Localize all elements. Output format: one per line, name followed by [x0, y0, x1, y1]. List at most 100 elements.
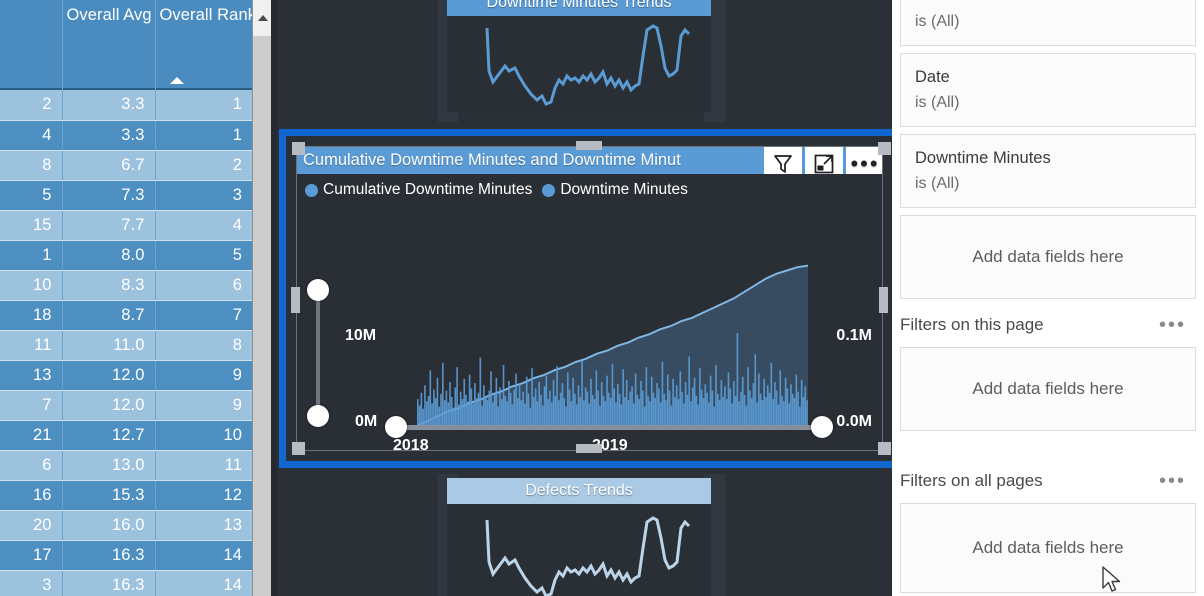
- table-row[interactable]: 18 8.7 7: [0, 300, 252, 331]
- visual-cumulative-downtime[interactable]: Cumulative Downtime Minutes and Downtime…: [296, 146, 883, 454]
- filter-card-partial[interactable]: is (All): [900, 0, 1196, 46]
- filter-card-date[interactable]: Date is (All): [900, 53, 1196, 127]
- cell-col0: 17: [0, 540, 62, 571]
- resize-handle-ne[interactable]: [878, 142, 891, 155]
- chart-series-canvas: [417, 264, 808, 429]
- visual-downtime-minutes-trends[interactable]: Downtime Minutes Trends: [447, 0, 711, 112]
- table-row[interactable]: 4 3.3 1: [0, 120, 252, 151]
- table-row[interactable]: 2 3.3 1: [0, 90, 252, 121]
- table-row[interactable]: 3 16.3 14: [0, 570, 252, 596]
- cell-rank: 11: [154, 450, 252, 481]
- filter-dropzone-all-pages[interactable]: Add data fields here: [900, 503, 1196, 593]
- chart-plot-area[interactable]: 10M 0M 0.1M 0.0M 2018 2019: [297, 199, 882, 454]
- chart-legend: Cumulative Downtime Minutes Downtime Min…: [297, 174, 882, 199]
- visual-title-defects-trends: Defects Trends: [447, 478, 711, 504]
- table-row[interactable]: 17 16.3 14: [0, 540, 252, 571]
- slider-handle-top[interactable]: [307, 279, 329, 301]
- cell-rank: 1: [154, 90, 252, 121]
- column-header-overall-avg-rank[interactable]: Overall Avg Rank: [61, 0, 195, 90]
- filter-card-name: Downtime Minutes: [915, 149, 1051, 167]
- cell-avg-rank: 13.0: [61, 450, 155, 481]
- table-row[interactable]: 13 12.0 9: [0, 360, 252, 391]
- legend-item-downtime[interactable]: Downtime Minutes: [542, 181, 688, 199]
- column-header-overall-rank[interactable]: Overall Rank: [154, 0, 252, 90]
- y-right-tick-top: 0.1M: [836, 327, 872, 344]
- focus-mode-button[interactable]: [805, 147, 843, 174]
- scrollbar-thumb[interactable]: [253, 36, 272, 596]
- sort-ascending-icon[interactable]: [169, 77, 184, 84]
- table-row[interactable]: 7 12.0 9: [0, 390, 252, 421]
- cell-avg-rank: 3.3: [61, 120, 155, 151]
- visual-defects-trends[interactable]: Defects Trends: [447, 478, 711, 596]
- y-left-tick-bottom: 0M: [355, 413, 378, 430]
- cell-avg-rank: 16.3: [61, 570, 155, 596]
- table-row[interactable]: 15 7.7 4: [0, 210, 252, 241]
- visual-action-bar: •••: [764, 147, 882, 174]
- filter-button[interactable]: [764, 147, 802, 174]
- slider-handle-bottom[interactable]: [307, 405, 329, 427]
- more-options-button[interactable]: •••: [846, 147, 882, 174]
- slider-handle-left[interactable]: [385, 416, 407, 438]
- cell-avg-rank: 6.7: [61, 150, 155, 181]
- table-row[interactable]: 5 7.3 3: [0, 180, 252, 211]
- filters-on-all-pages-header: Filters on all pages •••: [892, 431, 1204, 503]
- more-options-icon: •••: [850, 151, 880, 175]
- more-options-icon[interactable]: •••: [1159, 315, 1186, 335]
- table-row[interactable]: 11 11.0 8: [0, 330, 252, 361]
- table-row[interactable]: 20 16.0 13: [0, 510, 252, 541]
- resize-handle-se[interactable]: [878, 442, 891, 455]
- column-header-blank[interactable]: [0, 0, 62, 90]
- table-vertical-scrollbar[interactable]: [252, 0, 272, 596]
- filter-card-name: Date: [915, 68, 950, 86]
- filters-pane[interactable]: is (All) Date is (All) Downtime Minutes …: [892, 0, 1204, 596]
- table-row[interactable]: 10 8.3 6: [0, 270, 252, 301]
- cell-col0: 2: [0, 90, 62, 121]
- table-header-row: Overall Avg Rank Overall Rank: [0, 0, 252, 90]
- more-options-icon[interactable]: •••: [1159, 471, 1186, 491]
- table-row[interactable]: 8 6.7 2: [0, 150, 252, 181]
- rank-table[interactable]: Overall Avg Rank Overall Rank 2 3.3 1 4 3.3…: [0, 0, 252, 596]
- slider-track: [316, 289, 320, 417]
- cell-col0: 8: [0, 150, 62, 181]
- filter-card-value: is (All): [915, 175, 960, 192]
- table-row[interactable]: 16 15.3 12: [0, 480, 252, 511]
- filter-dropzone-page[interactable]: Add data fields here: [900, 347, 1196, 431]
- app-root: Overall Avg Rank Overall Rank 2 3.3 1 4 3.3…: [0, 0, 1204, 596]
- x-axis-range-slider[interactable]: [385, 416, 833, 438]
- filter-card-value: is (All): [915, 13, 960, 30]
- cell-avg-rank: 12.0: [61, 360, 155, 391]
- mouse-cursor: [1102, 566, 1124, 596]
- table-row[interactable]: 21 12.7 10: [0, 420, 252, 451]
- resize-handle-sw[interactable]: [292, 442, 305, 455]
- resize-handle-s[interactable]: [576, 444, 602, 453]
- table-row[interactable]: 1 8.0 5: [0, 240, 252, 271]
- cell-avg-rank: 12.7: [61, 420, 155, 451]
- filter-card-downtime-minutes[interactable]: Downtime Minutes is (All): [900, 134, 1196, 208]
- cell-rank: 1: [154, 120, 252, 151]
- table-row[interactable]: 6 13.0 11: [0, 450, 252, 481]
- slider-handle-right[interactable]: [811, 416, 833, 438]
- y-axis-range-slider[interactable]: [307, 279, 329, 427]
- cell-rank: 9: [154, 360, 252, 391]
- resize-handle-e[interactable]: [879, 287, 888, 313]
- scroll-up-button[interactable]: [253, 0, 272, 36]
- cell-rank: 5: [154, 240, 252, 271]
- cell-rank: 12: [154, 480, 252, 511]
- cell-avg-rank: 16.0: [61, 510, 155, 541]
- y-right-tick-bottom: 0.0M: [836, 413, 872, 430]
- cell-col0: 11: [0, 330, 62, 361]
- resize-handle-n[interactable]: [576, 141, 602, 150]
- cell-rank: 10: [154, 420, 252, 451]
- resize-handle-w[interactable]: [291, 287, 300, 313]
- y-left-tick-top: 10M: [345, 327, 377, 344]
- rank-table-body: 2 3.3 1 4 3.3 1 8 6.7 2 5 7.3 3 15 7.7 4 1 8.0 5 10 8…: [0, 90, 252, 596]
- legend-label-downtime: Downtime Minutes: [560, 181, 688, 198]
- chevron-up-icon: [257, 15, 268, 21]
- cell-avg-rank: 8.3: [61, 270, 155, 301]
- resize-handle-nw[interactable]: [292, 142, 305, 155]
- legend-item-cumulative[interactable]: Cumulative Downtime Minutes: [305, 181, 532, 199]
- visual-body-defects-trends: [447, 504, 711, 596]
- cell-col0: 18: [0, 300, 62, 331]
- filter-dropzone-visual[interactable]: Add data fields here: [900, 215, 1196, 299]
- cell-rank: 7: [154, 300, 252, 331]
